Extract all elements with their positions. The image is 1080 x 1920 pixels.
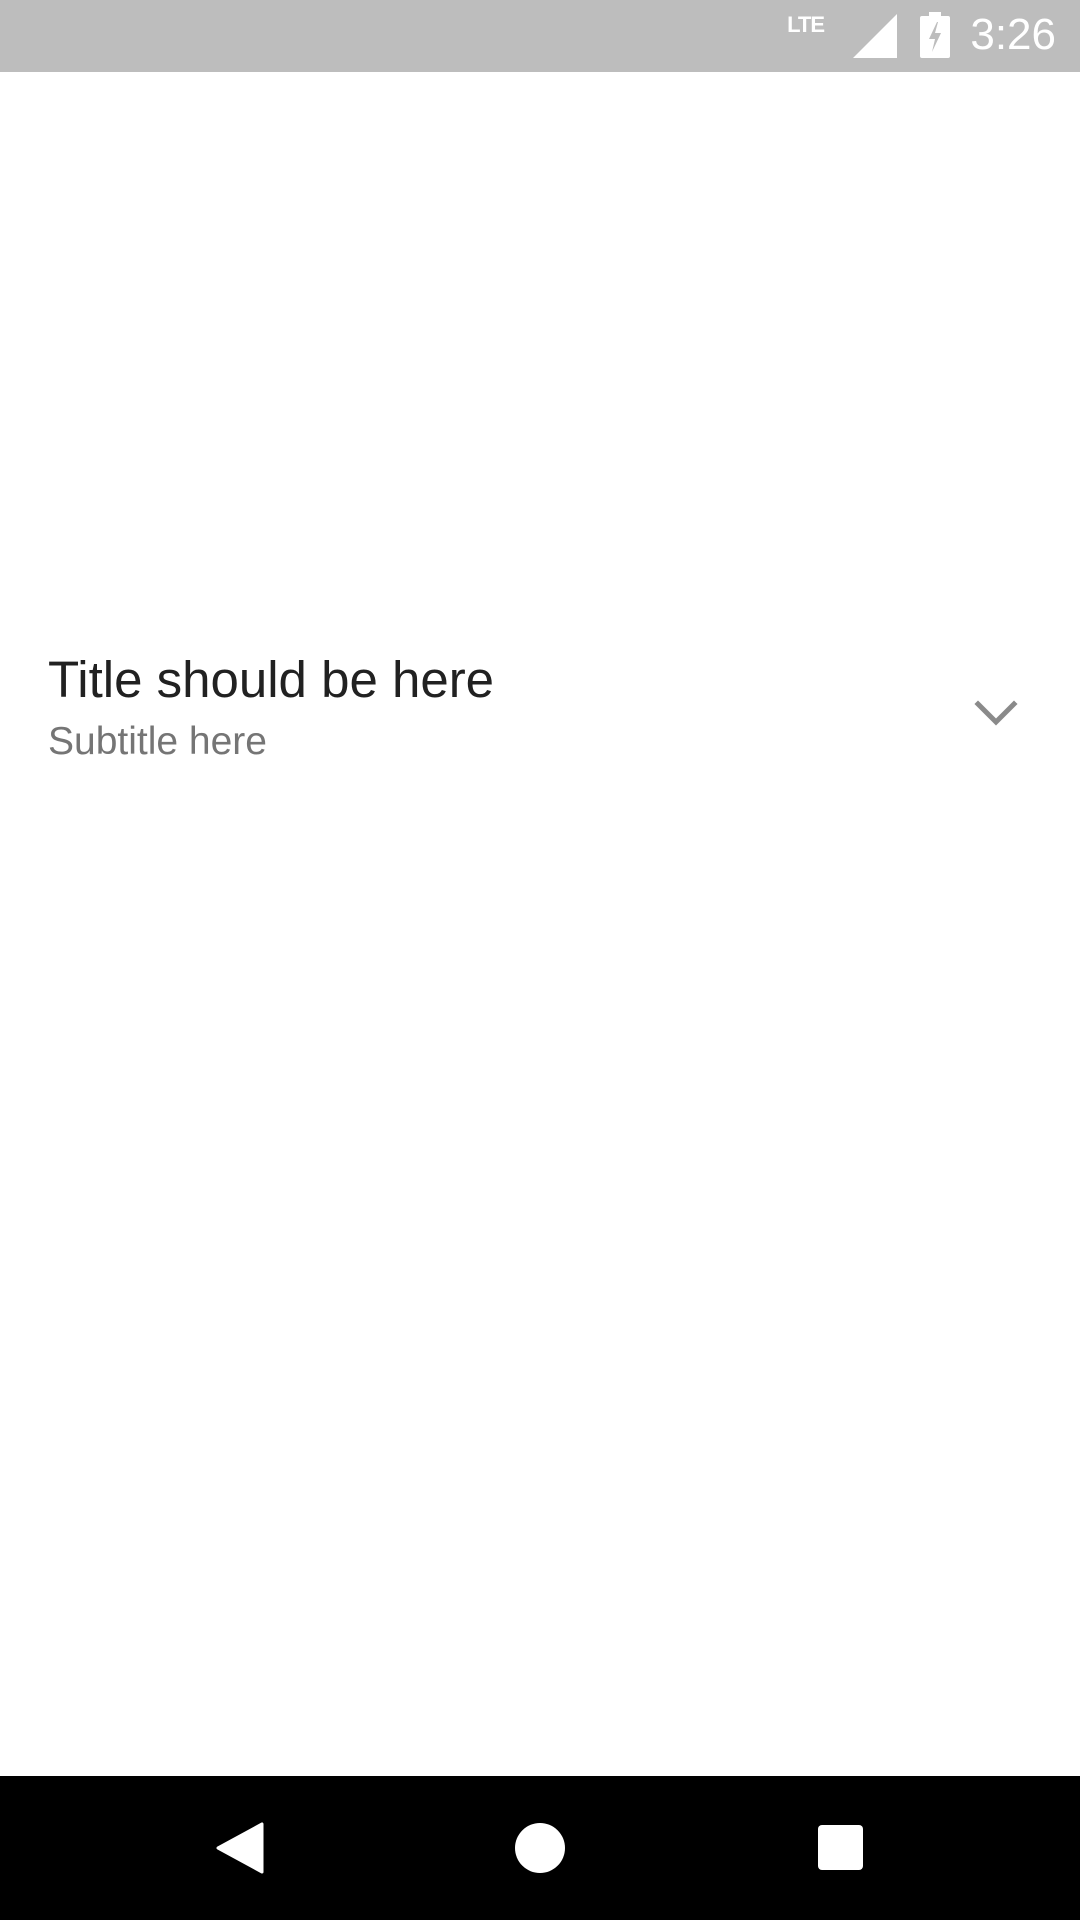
battery-charging-icon	[920, 12, 950, 58]
home-icon[interactable]	[515, 1823, 565, 1873]
navigation-bar	[0, 1776, 1080, 1920]
item-subtitle: Subtitle here	[48, 720, 267, 763]
signal-icon	[853, 14, 897, 58]
lte-icon: LTE	[787, 12, 825, 37]
chevron-down-icon[interactable]	[968, 692, 1024, 732]
clock: 3:26	[970, 10, 1056, 59]
expandable-list-item[interactable]: Title should be here Subtitle here	[0, 640, 1080, 780]
screen: LTE 3:26 Title should be here Subtitle h…	[0, 0, 1080, 1920]
item-title: Title should be here	[48, 651, 495, 708]
status-bar: LTE 3:26	[0, 0, 1080, 72]
back-icon[interactable]	[216, 1822, 264, 1874]
recents-icon[interactable]	[818, 1825, 863, 1870]
